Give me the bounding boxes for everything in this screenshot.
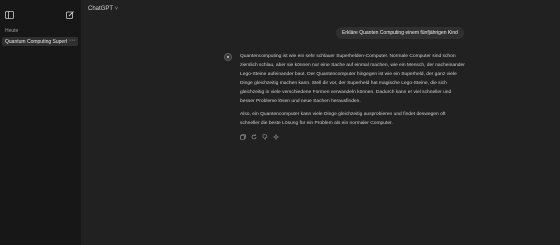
assistant-paragraph: Also, ein Quantencomputer kann viele Din… xyxy=(240,112,446,127)
new-chat-icon[interactable] xyxy=(66,6,74,19)
assistant-message: Quantencomputing ist wie ein sehr schlau… xyxy=(240,53,465,134)
more-options-icon[interactable]: ⋯ xyxy=(69,37,75,46)
message-actions xyxy=(240,134,279,140)
user-message-text: Erkläre Quanten Computing einem fünfjähr… xyxy=(342,30,458,36)
sparkle-icon[interactable] xyxy=(273,134,279,140)
history-item-label: Quantum Computing Superh xyxy=(5,39,67,45)
user-message-bubble: Erkläre Quanten Computing einem fünfjähr… xyxy=(336,27,464,39)
main-chat-area: ChatGPT ˅ Erkläre Quanten Computing eine… xyxy=(81,0,560,245)
model-selector[interactable]: ChatGPT ˅ xyxy=(88,6,118,12)
thumbs-down-icon[interactable] xyxy=(262,134,268,140)
assistant-paragraph: Quantencomputing ist wie ein sehr schlau… xyxy=(240,54,465,104)
sidebar-item-quantum-computing[interactable]: Quantum Computing Superh ⋯ xyxy=(2,37,78,46)
assistant-avatar-icon xyxy=(224,53,232,61)
sidebar-toggle-icon[interactable] xyxy=(5,6,14,19)
chevron-down-icon: ˅ xyxy=(115,6,118,12)
chat-app: Heute Quantum Computing Superh ⋯ ChatGPT… xyxy=(0,0,560,245)
regenerate-icon[interactable] xyxy=(251,134,257,140)
copy-icon[interactable] xyxy=(240,134,246,140)
sidebar: Heute Quantum Computing Superh ⋯ xyxy=(0,0,81,245)
history-section-label: Heute xyxy=(5,28,19,34)
model-name: ChatGPT xyxy=(88,6,114,12)
